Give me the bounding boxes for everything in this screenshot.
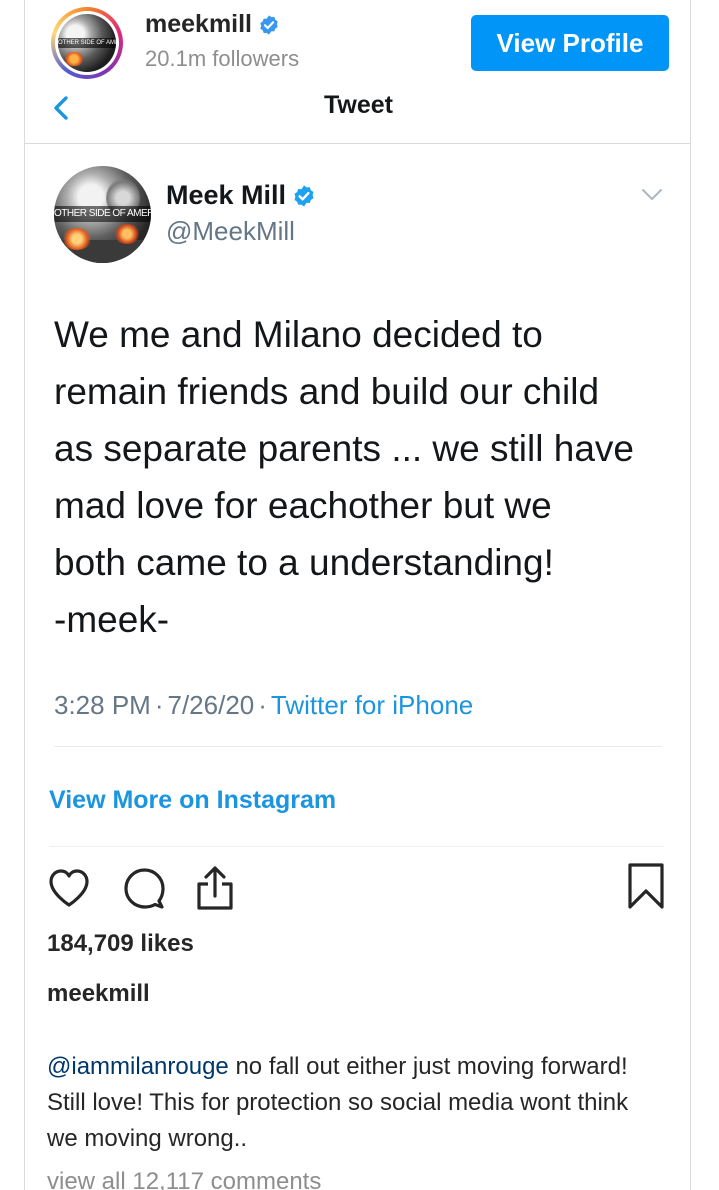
tweet-text: We me and Milano decided to remain frien… <box>54 314 634 640</box>
tweet-author-name-row: Meek Mill <box>166 180 316 211</box>
profile-username-row: meekmill <box>145 10 280 39</box>
verified-badge-icon <box>294 185 314 206</box>
tweet-date: 7/26/20 <box>167 690 255 720</box>
comment-icon[interactable] <box>120 864 168 912</box>
avatar-image: OTHER SIDE OF AMERICA <box>58 14 116 72</box>
like-count[interactable]: 184,709 likes <box>47 930 194 958</box>
instagram-embed-card: OTHER SIDE OF AMERICA meekmill 20.1m fol… <box>24 0 691 1190</box>
tweet-author-handle[interactable]: @MeekMill <box>166 216 295 247</box>
heart-icon[interactable] <box>45 864 93 912</box>
tweet-author-avatar[interactable]: OTHER SIDE OF AMERICA <box>54 166 151 263</box>
divider <box>49 846 664 847</box>
share-icon[interactable] <box>191 864 239 912</box>
verified-badge-icon <box>260 14 278 35</box>
tweet-author-name[interactable]: Meek Mill <box>166 180 286 211</box>
post-owner-username[interactable]: meekmill <box>47 980 150 1008</box>
caption-mention-link[interactable]: @iammilanrouge <box>47 1053 229 1080</box>
tweet-meta: 3:28 PM · 7/26/20 · Twitter for iPhone <box>54 690 474 720</box>
tweet-page-title: Tweet <box>324 91 393 119</box>
follower-count: 20.1m followers <box>145 46 300 71</box>
post-caption: @iammilanrouge no fall out either just m… <box>47 1049 657 1157</box>
divider <box>54 746 662 747</box>
profile-avatar[interactable]: OTHER SIDE OF AMERICA <box>51 7 123 79</box>
view-profile-button[interactable]: View Profile <box>471 15 669 71</box>
divider <box>25 143 690 144</box>
bookmark-icon[interactable] <box>622 862 670 910</box>
chevron-down-icon[interactable] <box>641 188 663 202</box>
view-more-on-instagram-link[interactable]: View More on Instagram <box>49 786 336 815</box>
tweet-time: 3:28 PM <box>54 690 151 720</box>
tweet-source-link[interactable]: Twitter for iPhone <box>271 690 473 720</box>
profile-username[interactable]: meekmill <box>145 10 252 39</box>
view-all-comments-link[interactable]: view all 12,117 comments <box>47 1168 321 1190</box>
